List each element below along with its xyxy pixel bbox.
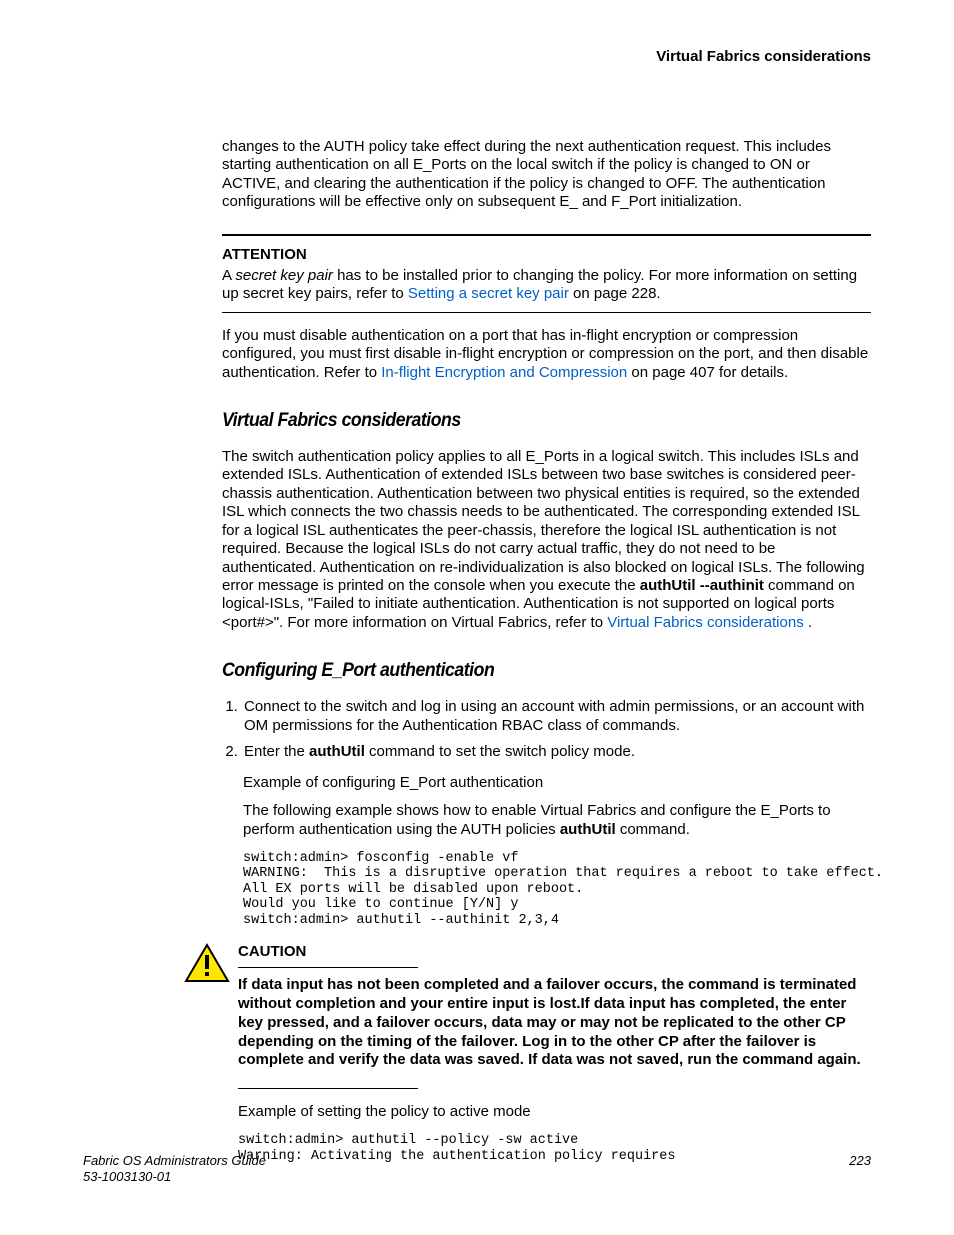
authutil-command: authUtil --authinit [640,577,764,594]
text: command to set the switch policy mode. [365,743,635,760]
link-inflight-encryption[interactable]: In-flight Encryption and Compression [381,364,627,381]
page-footer: Fabric OS Administrators Guide 53-100313… [83,1153,871,1186]
heading-virtual-fabrics: Virtual Fabrics considerations [222,410,826,432]
authutil-cmd-2: authUtil [560,821,616,838]
page: Virtual Fabrics considerations changes t… [0,0,954,1235]
page-number: 223 [849,1153,871,1186]
virtual-fabrics-paragraph: The switch authentication policy applies… [222,448,871,632]
text: command. [616,821,690,838]
intro-paragraph: changes to the AUTH policy take effect d… [222,138,871,212]
attention-body: A secret key pair has to be installed pr… [222,267,871,304]
footer-left: Fabric OS Administrators Guide 53-100313… [83,1153,266,1186]
attention-title: ATTENTION [222,246,871,263]
example-description-1: The following example shows how to enabl… [243,802,871,839]
book-title: Fabric OS Administrators Guide [83,1153,266,1168]
page-header-title: Virtual Fabrics considerations [656,48,871,65]
code-block-1: switch:admin> fosconfig -enable vf WARNI… [243,851,871,929]
text: A [222,267,235,284]
inflight-paragraph: If you must disable authentication on a … [222,327,871,382]
link-setting-secret-key-pair[interactable]: Setting a secret key pair [408,285,569,302]
secret-key-pair-term: secret key pair [235,267,333,284]
text: . [804,614,812,631]
doc-number: 53-1003130-01 [83,1169,171,1184]
caution-text: If data input has not been completed and… [238,976,861,1068]
text: The switch authentication policy applies… [222,448,865,594]
text: The following example shows how to enabl… [243,802,831,837]
step-2: Enter the authUtil command to set the sw… [242,743,871,761]
attention-box: ATTENTION A secret key pair has to be in… [222,234,871,313]
heading-configuring-eport: Configuring E_Port authentication [222,660,826,682]
example-title-2: Example of setting the policy to active … [238,1103,871,1121]
step-1: Connect to the switch and log in using a… [242,698,871,735]
authutil-cmd: authUtil [309,743,365,760]
text: on page 228. [569,285,661,302]
link-virtual-fabrics[interactable]: Virtual Fabrics considerations [607,614,803,631]
text: Enter the [244,743,309,760]
caution-title: CAUTION [238,943,418,969]
example-title-1: Example of configuring E_Port authentica… [243,774,871,792]
caution-icon [184,943,230,988]
text: on page 407 for details. [627,364,788,381]
content-area: changes to the AUTH policy take effect d… [222,138,871,1176]
caution-body: CAUTION If data input has not been compl… [238,943,871,1177]
caution-bottom-rule [238,1088,418,1089]
caution-block: CAUTION If data input has not been compl… [222,943,871,1177]
steps-list: Connect to the switch and log in using a… [222,698,871,761]
